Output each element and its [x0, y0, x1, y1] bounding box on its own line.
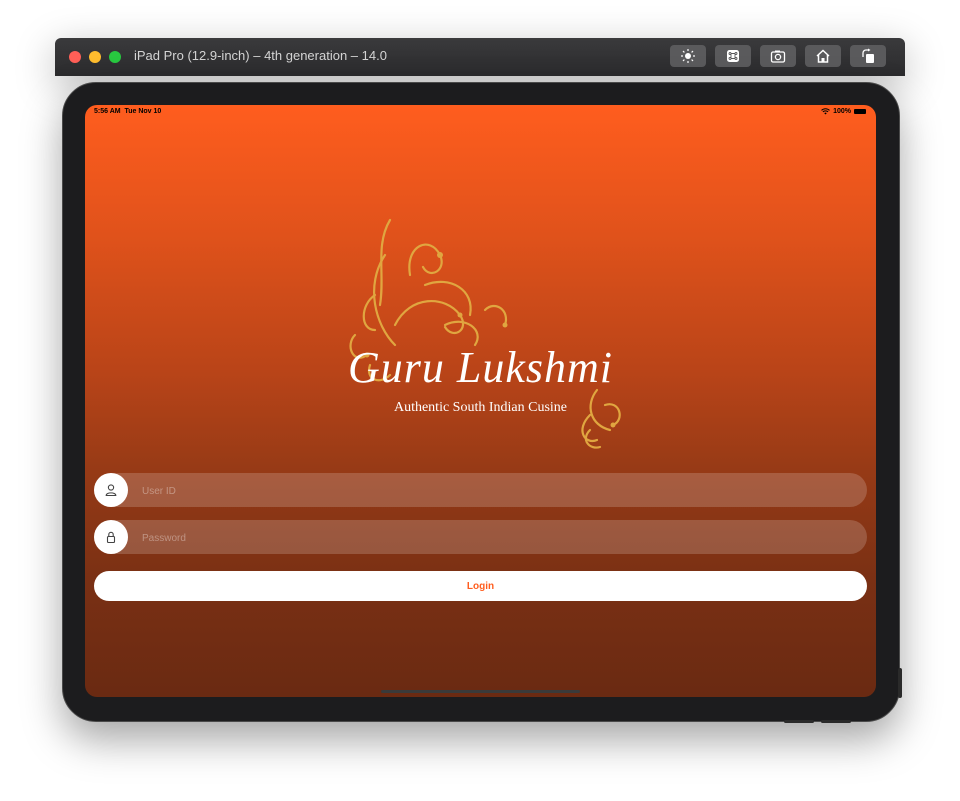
simulator-title-bar: iPad Pro (12.9-inch) – 4th generation – … — [55, 38, 905, 76]
rotate-button[interactable] — [850, 45, 886, 67]
login-button[interactable]: Login — [94, 571, 867, 601]
screenshot-icon — [770, 50, 786, 63]
brightness-icon — [681, 49, 695, 63]
maximize-window-button[interactable] — [109, 51, 121, 63]
command-icon — [727, 50, 739, 62]
wifi-icon — [821, 108, 830, 115]
ornament-logo — [349, 218, 621, 449]
home-button[interactable] — [805, 45, 841, 67]
ipad-volume-button — [821, 720, 851, 723]
user-id-field[interactable] — [94, 473, 867, 509]
minimize-window-button[interactable] — [89, 51, 101, 63]
brand-tagline: Authentic South Indian Cusine — [393, 400, 568, 415]
app-screen: 5:56 AM Tue Nov 10 100% Guru Lukshmi Aut… — [85, 105, 876, 697]
command-button[interactable] — [715, 45, 751, 67]
window-title: iPad Pro (12.9-inch) – 4th generation – … — [134, 48, 387, 63]
status-bar: 5:56 AM Tue Nov 10 100% — [85, 105, 876, 119]
status-time: 5:56 AM Tue Nov 10 — [94, 108, 161, 115]
ipad-side-button — [898, 668, 902, 698]
status-time-text: 5:56 AM — [94, 108, 121, 115]
lock-icon — [94, 520, 128, 554]
ipad-volume-button — [784, 720, 814, 723]
brand-name: Guru Lukshmi — [347, 343, 614, 392]
status-date-text: Tue Nov 10 — [124, 108, 162, 115]
password-input[interactable] — [140, 520, 844, 556]
brightness-button[interactable] — [670, 45, 706, 67]
lock-glyph — [106, 531, 116, 544]
home-icon — [816, 49, 830, 63]
battery-icon — [854, 109, 866, 114]
home-indicator[interactable] — [381, 690, 580, 693]
close-window-button[interactable] — [69, 51, 81, 63]
password-field[interactable] — [94, 520, 867, 556]
screenshot-button[interactable] — [760, 45, 796, 67]
user-id-input[interactable] — [140, 473, 844, 509]
battery-percent: 100% — [833, 108, 851, 115]
rotate-icon — [862, 48, 874, 63]
status-right: 100% — [821, 108, 866, 115]
user-icon — [94, 473, 128, 507]
user-glyph — [105, 484, 117, 497]
